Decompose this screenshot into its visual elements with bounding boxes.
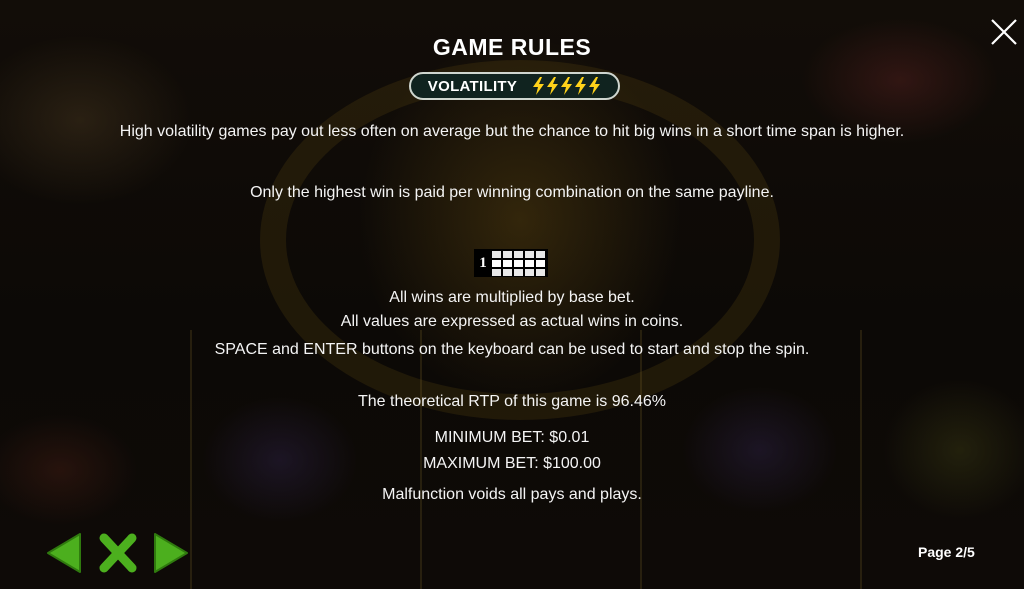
- lightning-bolt-icon: [589, 77, 601, 95]
- highest-win-rule: Only the highest win is paid per winning…: [250, 184, 774, 201]
- rule-max-bet: MAXIMUM BET: $100.00: [423, 455, 601, 472]
- payline-cell: [514, 268, 523, 276]
- payline-cell: [492, 259, 501, 267]
- payline-cell: [525, 250, 534, 258]
- lightning-bolt-icon: [561, 77, 573, 95]
- arrow-left-icon: [47, 533, 81, 573]
- payline-cell: [514, 250, 523, 258]
- payline-cell: [492, 250, 501, 258]
- next-page-button[interactable]: [151, 532, 191, 574]
- page-title: GAME RULES: [432, 34, 592, 60]
- lightning-bolt-icon: [533, 77, 545, 95]
- volatility-rating: [531, 77, 601, 95]
- close-x-icon: [99, 533, 137, 573]
- payline-number: 1: [479, 254, 487, 271]
- payline-cell: [525, 268, 534, 276]
- payline-cell: [536, 268, 545, 276]
- close-rules-button[interactable]: [96, 532, 140, 574]
- volatility-badge: VOLATILITY: [409, 72, 620, 100]
- payline-cell: [503, 259, 512, 267]
- rule-keyboard: SPACE and ENTER buttons on the keyboard …: [214, 341, 810, 358]
- rule-values: All values are expressed as actual wins …: [340, 313, 684, 330]
- volatility-description: High volatility games pay out less often…: [119, 123, 905, 140]
- rule-min-bet: MINIMUM BET: $0.01: [434, 429, 590, 446]
- rule-multiplied: All wins are multiplied by base bet.: [389, 289, 635, 306]
- payline-cell: [492, 268, 501, 276]
- arrow-right-icon: [154, 533, 188, 573]
- payline-cell: [536, 259, 545, 267]
- rule-rtp: The theoretical RTP of this game is 96.4…: [357, 393, 666, 410]
- payline-diagram: 1: [474, 249, 548, 277]
- payline-cell: [525, 259, 534, 267]
- rule-malfunction: Malfunction voids all pays and plays.: [382, 486, 642, 503]
- payline-cell: [514, 259, 523, 267]
- payline-cell: [503, 250, 512, 258]
- volatility-label: VOLATILITY: [427, 77, 518, 95]
- lightning-bolt-icon: [575, 77, 587, 95]
- lightning-bolt-icon: [547, 77, 559, 95]
- payline-cell: [536, 250, 545, 258]
- backdrop-wheel: [260, 60, 780, 420]
- page-indicator: Page 2/5: [918, 544, 975, 560]
- prev-page-button[interactable]: [44, 532, 84, 574]
- payline-grid: [492, 250, 545, 276]
- payline-cell: [503, 268, 512, 276]
